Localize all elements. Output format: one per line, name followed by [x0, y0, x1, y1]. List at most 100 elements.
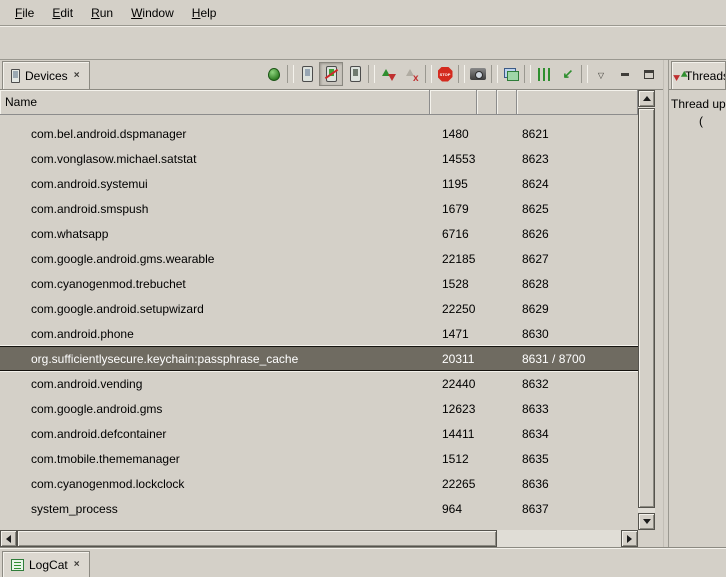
dump-method-profiling-icon[interactable] — [556, 62, 580, 86]
update-threads-icon[interactable] — [376, 62, 400, 86]
process-row[interactable]: com.android.defcontainer144118634 — [0, 421, 638, 446]
process-row[interactable]: com.bel.android.dspmanager14808621 — [0, 121, 638, 146]
menu-edit[interactable]: Edit — [43, 2, 82, 24]
process-name-cell: com.whatsapp — [0, 227, 430, 241]
cause-gc-icon[interactable] — [343, 62, 367, 86]
tab-threads[interactable]: Threads × — [671, 61, 726, 89]
toolbar-separator — [524, 65, 531, 83]
toolbar-separator — [491, 65, 498, 83]
tab-devices-close-icon[interactable]: × — [73, 70, 81, 81]
process-port-cell: 8625 — [517, 202, 638, 216]
menu-run[interactable]: Run — [82, 2, 122, 24]
process-row[interactable]: com.android.systemui11958624 — [0, 171, 638, 196]
horizontal-scrollbar[interactable] — [0, 530, 638, 547]
stop-process-icon[interactable] — [433, 62, 457, 86]
threads-message: Thread up ( — [669, 90, 726, 136]
column-header-3[interactable] — [477, 90, 497, 115]
process-row[interactable]: org.sufficientlysecure.keychain:passphra… — [0, 346, 638, 371]
up-arrow-icon — [643, 96, 651, 101]
process-row[interactable]: com.google.android.gms126238633 — [0, 396, 638, 421]
scroll-right-button[interactable] — [621, 530, 638, 547]
process-pid-cell: 22440 — [430, 377, 477, 391]
threads-tabbar: Threads × — [669, 60, 726, 90]
process-row[interactable]: com.android.vending224408632 — [0, 371, 638, 396]
toolbar-separator — [287, 65, 294, 83]
scroll-left-button[interactable] — [0, 530, 17, 547]
hierarchy-view-icon[interactable] — [499, 62, 523, 86]
horizontal-scroll-thumb[interactable] — [17, 530, 497, 547]
update-heap-icon[interactable] — [295, 62, 319, 86]
dump-method-profiling-icon — [563, 67, 574, 81]
process-port-cell: 8633 — [517, 402, 638, 416]
tab-logcat-close-icon[interactable]: × — [73, 559, 81, 570]
menu-help[interactable]: Help — [183, 2, 226, 24]
left-arrow-icon — [6, 535, 11, 543]
main-area: Devices × Name com.bel.android.dspmanage… — [0, 60, 726, 547]
process-row[interactable]: com.cyanogenmod.lockclock222658636 — [0, 471, 638, 496]
debug-process-icon[interactable] — [262, 62, 286, 86]
process-pid-cell: 20311 — [430, 352, 477, 366]
logcat-icon — [11, 559, 24, 571]
table-header: Name — [0, 90, 638, 115]
process-name-cell: com.google.android.gms.wearable — [0, 252, 430, 266]
stop-threads-icon — [405, 67, 420, 82]
vertical-scrollbar[interactable] — [638, 90, 655, 530]
minimize-icon — [621, 73, 629, 76]
scroll-down-button[interactable] — [638, 513, 655, 530]
stop-threads-icon[interactable] — [400, 62, 424, 86]
menubar: FileEditRunWindowHelp — [0, 0, 726, 26]
menu-window[interactable]: Window — [122, 2, 183, 24]
process-name-cell: com.android.phone — [0, 327, 430, 341]
right-arrow-icon — [627, 535, 632, 543]
process-name-cell: com.google.android.setupwizard — [0, 302, 430, 316]
toolbar-separator — [581, 65, 588, 83]
process-port-cell: 8635 — [517, 452, 638, 466]
stop-process-icon — [438, 67, 453, 82]
process-row[interactable]: com.google.android.gms.wearable221858627 — [0, 246, 638, 271]
column-header-4[interactable] — [497, 90, 517, 115]
toolbar-separator — [425, 65, 432, 83]
process-row[interactable]: com.whatsapp67168626 — [0, 221, 638, 246]
process-port-cell: 8627 — [517, 252, 638, 266]
process-row[interactable]: com.google.android.setupwizard222508629 — [0, 296, 638, 321]
start-method-profiling-icon[interactable] — [532, 62, 556, 86]
ddms-window: FileEditRunWindowHelp Devices × Name — [0, 0, 726, 577]
process-port-cell: 8634 — [517, 427, 638, 441]
start-method-profiling-icon — [538, 68, 551, 81]
main-toolbar — [0, 26, 726, 60]
process-row[interactable]: com.cyanogenmod.trebuchet15288628 — [0, 271, 638, 296]
tab-logcat[interactable]: LogCat × — [2, 551, 90, 577]
view-menu-icon[interactable] — [589, 62, 613, 86]
process-table: Name com.bel.android.dspmanager14808621c… — [0, 90, 655, 530]
table-body: com.bel.android.dspmanager14808621com.vo… — [0, 115, 638, 530]
threads-panel: Threads × Thread up ( — [668, 60, 726, 547]
maximize-icon — [644, 70, 654, 79]
column-header-pid[interactable] — [430, 90, 477, 115]
process-row[interactable]: com.vonglasow.michael.satstat145538623 — [0, 146, 638, 171]
menu-file[interactable]: File — [6, 2, 43, 24]
screen-capture-icon[interactable] — [466, 62, 490, 86]
process-pid-cell: 1480 — [430, 127, 477, 141]
vertical-scroll-thumb[interactable] — [638, 108, 655, 508]
process-name-cell: com.vonglasow.michael.satstat — [0, 152, 430, 166]
process-row[interactable]: system_process9648637 — [0, 496, 638, 521]
process-row[interactable]: com.android.smspush16798625 — [0, 196, 638, 221]
dump-hprof-icon[interactable] — [319, 62, 343, 86]
update-threads-icon — [381, 67, 396, 82]
tab-threads-label: Threads — [685, 69, 726, 83]
column-header-port[interactable] — [517, 90, 638, 115]
process-name-cell: com.android.defcontainer — [0, 427, 430, 441]
process-row[interactable]: com.android.phone14718630 — [0, 321, 638, 346]
tab-devices[interactable]: Devices × — [2, 61, 90, 89]
process-port-cell: 8628 — [517, 277, 638, 291]
devices-toolbar — [262, 60, 663, 89]
tab-devices-label: Devices — [25, 69, 68, 83]
devices-panel: Devices × Name com.bel.android.dspmanage… — [0, 60, 663, 547]
column-header-name[interactable]: Name — [0, 90, 430, 115]
scroll-up-button[interactable] — [638, 90, 655, 107]
maximize-icon[interactable] — [637, 62, 661, 86]
minimize-icon[interactable] — [613, 62, 637, 86]
process-row[interactable]: com.tmobile.thememanager15128635 — [0, 446, 638, 471]
process-pid-cell: 1528 — [430, 277, 477, 291]
process-pid-cell: 1679 — [430, 202, 477, 216]
